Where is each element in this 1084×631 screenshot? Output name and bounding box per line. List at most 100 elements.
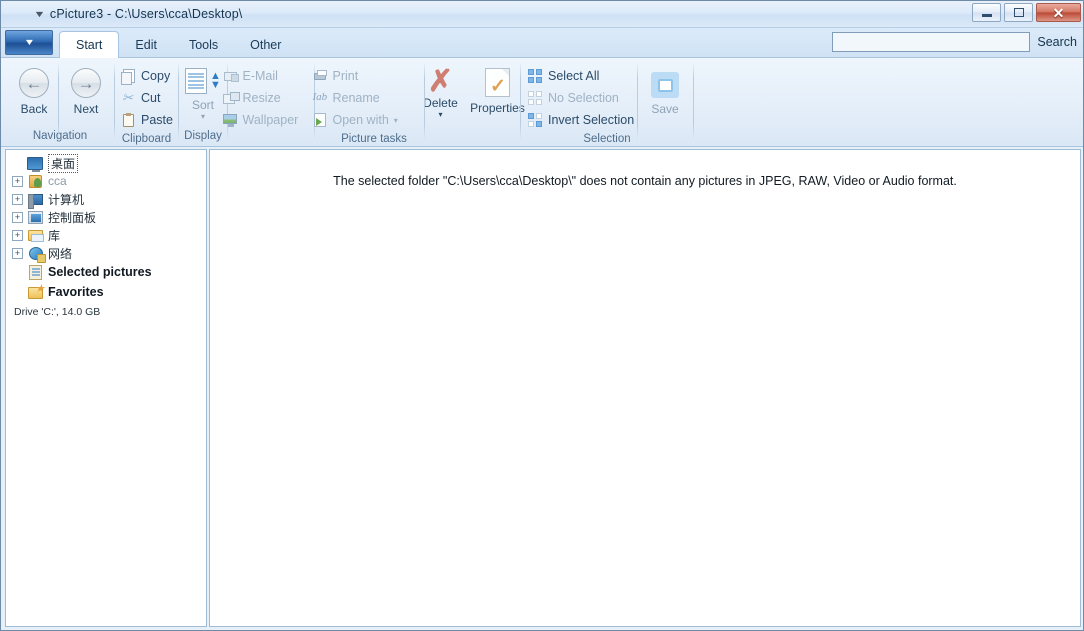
network-icon (27, 246, 46, 263)
cut-button[interactable]: ✂ Cut (116, 87, 177, 109)
tree-item-favorites[interactable]: Favorites (6, 282, 206, 302)
paste-icon (120, 112, 136, 128)
ribbon-tabs: Start Edit Tools Other (59, 28, 297, 58)
drive-info-label: Drive 'C:', 14.0 GB (14, 306, 101, 318)
tab-other[interactable]: Other (234, 32, 297, 58)
print-label: Print (332, 69, 359, 83)
title-menu-caret-icon[interactable]: ▼ (33, 9, 45, 19)
expander-icon[interactable]: + (12, 193, 23, 205)
tab-start[interactable]: Start (59, 31, 120, 58)
no-selection-icon (527, 90, 543, 106)
close-button[interactable]: ✕ (1036, 3, 1081, 22)
group-label-navigation: Navigation (32, 130, 88, 142)
minimize-icon (981, 14, 992, 17)
properties-label: Properties (470, 101, 525, 115)
resize-button[interactable]: Resize (218, 87, 300, 109)
tree-label-selected-pictures: Selected pictures (48, 265, 152, 279)
tab-strip: ▼ Start Edit Tools Other Search (1, 28, 1083, 58)
chevron-down-icon[interactable]: ▾ (438, 110, 442, 119)
copy-label: Copy (141, 69, 171, 83)
wallpaper-label: Wallpaper (242, 113, 299, 127)
paste-button[interactable]: Paste (116, 109, 177, 131)
selected-pictures-icon (27, 264, 44, 280)
copy-button[interactable]: Copy (116, 65, 177, 87)
rename-button[interactable]: Iab Rename (308, 87, 413, 109)
rename-label: Rename (332, 91, 380, 105)
control-panel-icon (27, 210, 44, 225)
no-selection-button[interactable]: No Selection (523, 87, 633, 109)
arrow-right-icon: → (71, 68, 101, 98)
picture-content-panel: The selected folder "C:\Users\cca\Deskto… (209, 149, 1081, 627)
copy-icon (120, 68, 136, 85)
save-label: Save (651, 102, 679, 116)
tree-item-computer[interactable]: + 计算机 (6, 190, 206, 209)
email-icon (222, 68, 239, 84)
rename-icon: Iab (312, 91, 328, 103)
expander-icon[interactable]: + (12, 247, 23, 259)
search-input[interactable] (832, 32, 1031, 52)
arrow-left-icon: ← (19, 68, 49, 98)
title-bar: ▼ cPicture3 - C:\Users\cca\Desktop\ ✕ (1, 1, 1083, 28)
ribbon: ← Back → Next Navigation Copy ✂ Cut Past… (1, 58, 1083, 147)
search-area: Search (832, 32, 1077, 52)
tree-item-cca[interactable]: + cca (6, 172, 206, 190)
library-icon (27, 228, 44, 243)
back-button[interactable]: ← Back (8, 62, 60, 116)
tree-label-favorites: Favorites (48, 285, 104, 299)
resize-label: Resize (242, 91, 281, 105)
group-label-picture-tasks: Picture tasks (341, 133, 407, 145)
tree-item-network[interactable]: + 网络 (6, 244, 206, 263)
expander-icon[interactable]: + (12, 229, 23, 241)
tree-item-selected-pictures[interactable]: Selected pictures (6, 262, 206, 282)
tree-label-desktop: 桌面 (48, 153, 79, 173)
next-button[interactable]: → Next (60, 62, 112, 116)
tree-label-library: 库 (48, 228, 61, 243)
search-button[interactable]: Search (1037, 35, 1077, 49)
favorites-icon (27, 284, 45, 300)
sort-icon: ▲ ▼ (185, 68, 221, 94)
delete-x-icon: ✗ (427, 65, 454, 98)
minimize-button[interactable] (972, 3, 1001, 22)
application-menu-button[interactable]: ▼ (5, 30, 53, 55)
wallpaper-icon (222, 112, 238, 128)
select-all-button[interactable]: Select All (523, 65, 633, 87)
select-all-icon (527, 68, 543, 84)
folder-tree-panel[interactable]: 桌面 + cca + 计算机 + 控制面板 + 库 + 网络 Selected … (5, 149, 207, 627)
expander-icon[interactable]: + (12, 175, 23, 187)
tab-tools[interactable]: Tools (173, 32, 234, 58)
expander-placeholder (12, 267, 23, 278)
wallpaper-button[interactable]: Wallpaper (218, 109, 300, 131)
open-with-button[interactable]: Open with ▾ (308, 109, 413, 131)
tree-item-library[interactable]: + 库 (6, 226, 206, 244)
chevron-down-icon[interactable]: ▾ (394, 116, 398, 125)
next-label: Next (73, 102, 99, 116)
save-icon (651, 72, 679, 98)
computer-icon (27, 192, 44, 209)
tree-label-computer: 计算机 (48, 192, 85, 207)
email-label: E-Mail (242, 69, 278, 83)
maximize-icon (1013, 8, 1024, 17)
chevron-down-icon: ▼ (23, 37, 35, 47)
ribbon-group-navigation: ← Back → Next Navigation (5, 58, 115, 147)
tree-item-desktop[interactable]: 桌面 (6, 153, 206, 173)
maximize-button[interactable] (1004, 3, 1033, 22)
print-button[interactable]: Print (308, 65, 413, 87)
save-button[interactable]: Save (639, 62, 691, 116)
user-folder-icon (27, 174, 44, 189)
email-button[interactable]: E-Mail (218, 65, 300, 87)
cut-label: Cut (141, 91, 161, 105)
tab-edit[interactable]: Edit (119, 32, 173, 58)
ribbon-group-selection: Select All No Selection Invert Selection (521, 58, 693, 147)
back-label: Back (20, 102, 48, 116)
tree-label-network: 网络 (48, 246, 73, 261)
expander-placeholder (12, 287, 23, 298)
expander-icon[interactable]: + (12, 211, 23, 223)
chevron-down-icon[interactable]: ▾ (201, 112, 205, 121)
invert-selection-icon (527, 112, 543, 128)
properties-icon: ✓ (485, 68, 510, 97)
ribbon-group-picture-tasks: E-Mail Resize Wallpaper Print Iab Rename… (222, 58, 525, 147)
group-label-selection: Selection (583, 133, 631, 145)
window-title: cPicture3 - C:\Users\cca\Desktop\ (49, 7, 243, 21)
invert-selection-button[interactable]: Invert Selection (523, 109, 634, 131)
tree-item-control-panel[interactable]: + 控制面板 (6, 208, 206, 226)
